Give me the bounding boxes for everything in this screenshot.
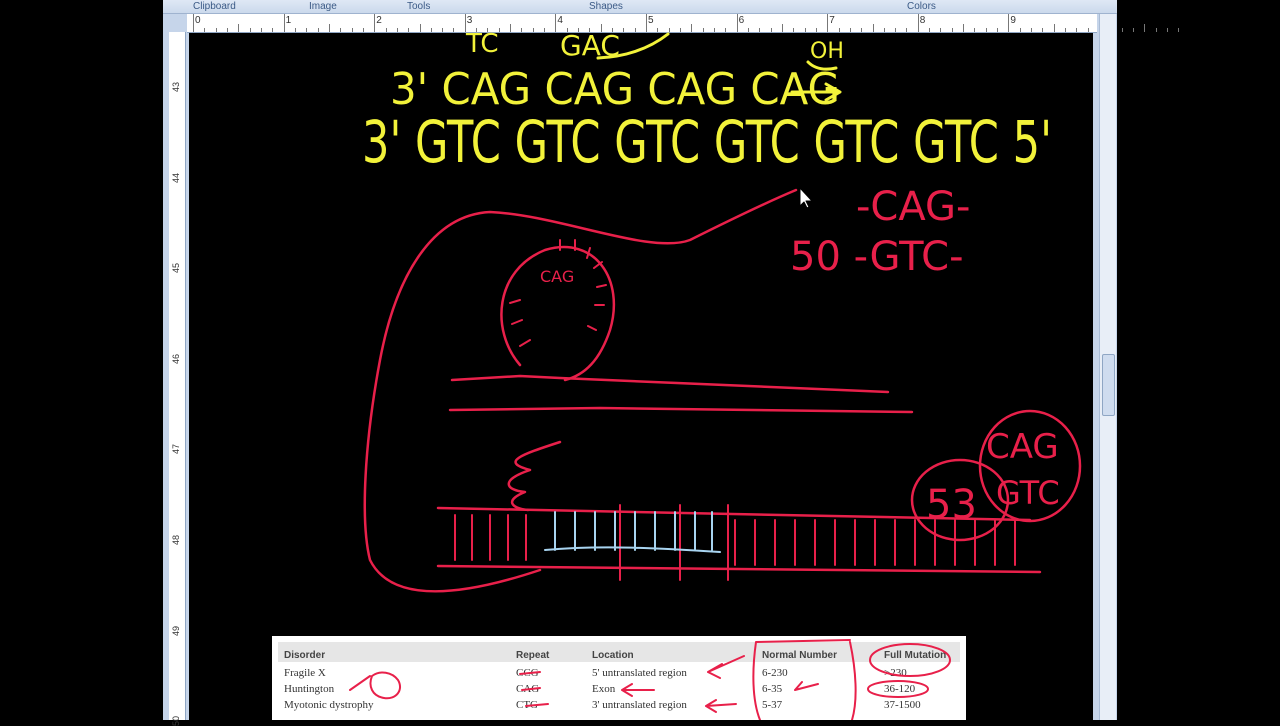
red-label-cag: -CAG- — [856, 184, 970, 230]
yellow-oh-label: OH — [810, 39, 844, 64]
circle-label-mid: GTC — [996, 474, 1060, 512]
red-table-arrows — [519, 655, 819, 713]
red-box-normal-number — [752, 639, 857, 720]
red-circle-full-mutation — [869, 643, 951, 677]
mouse-cursor-icon — [799, 187, 813, 209]
yellow-handwriting-small-left: TC — [465, 29, 499, 59]
red-label-gtc: 50 -GTC- — [790, 234, 964, 280]
loop-label: CAG — [540, 267, 574, 286]
red-strand-upper — [450, 374, 890, 394]
circle-label-top: CAG — [986, 427, 1059, 467]
blue-ladder-segment — [544, 511, 721, 553]
red-scribble-huntington — [349, 671, 402, 700]
red-strand-lower — [448, 406, 914, 414]
red-squiggle — [507, 440, 562, 512]
ink-overlay: TC GAC OH 3' CAG CAG CAG CAG 3' GTC GTC … — [349, 29, 1082, 720]
circle-label-left: 53 — [926, 482, 977, 528]
red-circle-huntington-value — [867, 680, 929, 698]
yellow-handwriting-row2: 3' GTC GTC GTC GTC GTC GTC 5' — [362, 108, 1052, 176]
